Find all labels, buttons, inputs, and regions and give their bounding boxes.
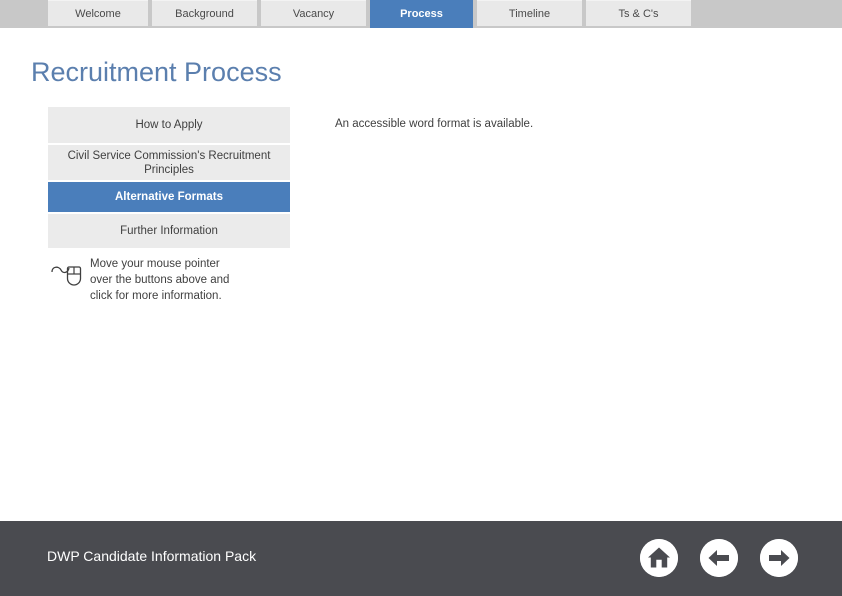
home-button[interactable] bbox=[640, 539, 678, 577]
menu-button-label: Alternative Formats bbox=[114, 191, 223, 203]
body-copy: An accessible word format is available. bbox=[335, 118, 534, 130]
top-tab-strip: Welcome Background Vacancy Process Timel… bbox=[0, 0, 842, 28]
footer-bar: DWP Candidate Information Pack bbox=[0, 521, 842, 596]
menu-button-civil-service-commission-principles[interactable]: Civil Service Commission's Recruitment P… bbox=[48, 145, 290, 180]
mouse-hint: Move your mouse pointer over the buttons… bbox=[50, 254, 229, 304]
menu-button-label: Further Information bbox=[120, 225, 218, 237]
forward-button[interactable] bbox=[760, 539, 798, 577]
menu-button-further-information[interactable]: Further Information bbox=[48, 214, 290, 248]
menu-button-label: How to Apply bbox=[135, 119, 203, 131]
page-title: Recruitment Process bbox=[31, 57, 282, 87]
tab-background[interactable]: Background bbox=[152, 0, 257, 26]
section-menu: How to Apply Civil Service Commission's … bbox=[48, 107, 290, 250]
tab-list: Welcome Background Vacancy Process Timel… bbox=[48, 0, 695, 28]
tab-process[interactable]: Process bbox=[370, 0, 473, 28]
footer-nav bbox=[640, 539, 798, 577]
menu-button-label: Civil Service Commission's Recruitment P… bbox=[67, 149, 271, 176]
tab-vacancy[interactable]: Vacancy bbox=[261, 0, 366, 26]
back-button[interactable] bbox=[700, 539, 738, 577]
mouse-hint-text: Move your mouse pointer over the buttons… bbox=[90, 258, 230, 302]
back-arrow-icon bbox=[700, 539, 738, 577]
tab-welcome[interactable]: Welcome bbox=[48, 0, 148, 26]
tab-timeline[interactable]: Timeline bbox=[477, 0, 582, 26]
footer-title: DWP Candidate Information Pack bbox=[47, 548, 257, 564]
tab-ts-and-cs[interactable]: Ts & C's bbox=[586, 0, 691, 26]
mouse-icon bbox=[50, 258, 86, 292]
menu-button-how-to-apply[interactable]: How to Apply bbox=[48, 107, 290, 143]
home-icon bbox=[640, 539, 678, 577]
forward-arrow-icon bbox=[760, 539, 798, 577]
menu-button-alternative-formats[interactable]: Alternative Formats bbox=[48, 182, 290, 212]
